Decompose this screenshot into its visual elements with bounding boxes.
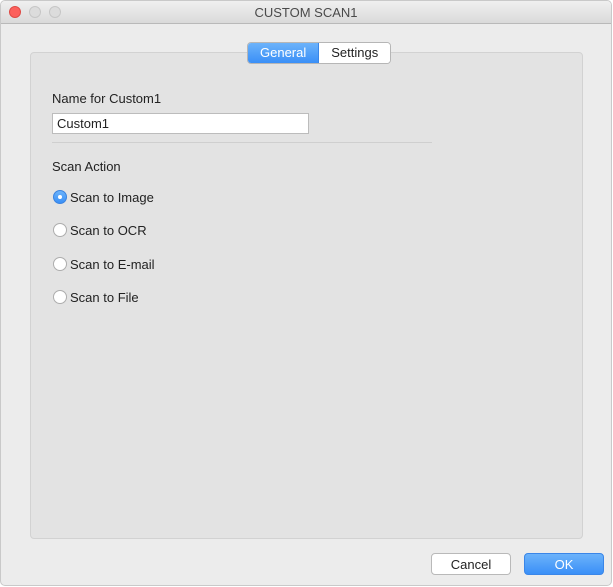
tab-bar: General Settings — [247, 42, 392, 64]
radio-unselected-icon[interactable] — [53, 223, 67, 237]
title-bar[interactable]: CUSTOM SCAN1 — [1, 1, 611, 24]
radio-label: Scan to OCR — [70, 222, 147, 238]
cancel-button[interactable]: Cancel — [431, 553, 511, 575]
ok-button[interactable]: OK — [524, 553, 604, 575]
scan-action-label: Scan Action — [52, 159, 121, 174]
tab-general[interactable]: General — [248, 43, 320, 63]
dialog-window: CUSTOM SCAN1 General Settings Name for C… — [0, 0, 612, 586]
name-field-label: Name for Custom1 — [52, 91, 162, 106]
radio-scan-to-email[interactable]: Scan to E-mail — [53, 256, 155, 272]
radio-scan-to-ocr[interactable]: Scan to OCR — [53, 222, 147, 238]
radio-selected-icon[interactable] — [53, 190, 67, 204]
tab-settings[interactable]: Settings — [319, 43, 391, 63]
section-divider — [52, 142, 432, 143]
name-input[interactable] — [52, 113, 309, 134]
radio-scan-to-image[interactable]: Scan to Image — [53, 189, 154, 205]
window-title: CUSTOM SCAN1 — [254, 5, 358, 20]
radio-label: Scan to Image — [70, 189, 154, 205]
radio-label: Scan to File — [70, 289, 139, 305]
radio-label: Scan to E-mail — [70, 256, 155, 272]
radio-scan-to-file[interactable]: Scan to File — [53, 289, 139, 305]
radio-unselected-icon[interactable] — [53, 257, 67, 271]
radio-unselected-icon[interactable] — [53, 290, 67, 304]
